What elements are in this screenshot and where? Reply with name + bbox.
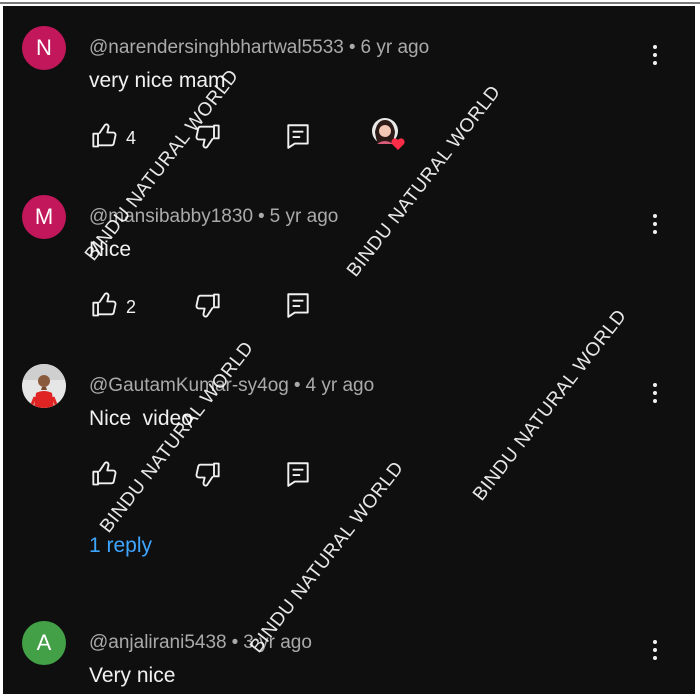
comment-text: Nice bbox=[89, 238, 132, 261]
comment-actions bbox=[89, 456, 489, 496]
watermark: BINDU NATURAL WORLD bbox=[343, 81, 506, 281]
reply-icon[interactable] bbox=[285, 291, 311, 319]
comment-age: 3 yr ago bbox=[243, 632, 312, 653]
avatar-letter: N bbox=[36, 35, 52, 60]
comment-actions: 4 bbox=[89, 118, 489, 158]
dislike-icon[interactable] bbox=[193, 122, 221, 150]
creator-heart-icon bbox=[372, 118, 405, 150]
comment-text: Very nice bbox=[89, 664, 176, 687]
avatar[interactable]: M bbox=[22, 195, 66, 239]
comment-handle[interactable]: @mansibabby1830 bbox=[89, 206, 253, 227]
dislike-icon[interactable] bbox=[193, 291, 221, 319]
watermark: BINDU NATURAL WORLD bbox=[96, 337, 259, 537]
watermark: BINDU NATURAL WORLD bbox=[81, 65, 244, 265]
comments-panel: N @narendersinghbhartwal5533 • 6 yr ago ve… bbox=[3, 6, 695, 694]
dislike-icon[interactable] bbox=[193, 460, 221, 488]
like-icon[interactable] bbox=[91, 460, 119, 488]
comment-handle[interactable]: @GautamKumar-sy4og bbox=[89, 375, 289, 396]
reply-icon[interactable] bbox=[285, 122, 311, 150]
comment-age: 4 yr ago bbox=[305, 375, 375, 396]
avatar[interactable]: A bbox=[22, 621, 66, 665]
comment-meta: @anjalirani5438 • 3 yr ago bbox=[89, 632, 312, 653]
comment-age: 5 yr ago bbox=[269, 206, 339, 227]
like-icon[interactable] bbox=[91, 122, 119, 150]
watermark: BINDU NATURAL WORLD bbox=[469, 305, 632, 505]
top-divider bbox=[0, 2, 700, 4]
avatar[interactable] bbox=[22, 364, 66, 408]
like-count: 2 bbox=[126, 297, 137, 317]
view-replies-link[interactable]: 1 reply bbox=[89, 534, 152, 558]
comment-actions: 2 bbox=[89, 287, 489, 327]
comment-meta: @narendersinghbhartwal5533 • 6 yr ago bbox=[89, 37, 430, 58]
more-options-icon[interactable] bbox=[643, 637, 667, 665]
comment-meta: @GautamKumar-sy4og • 4 yr ago bbox=[89, 375, 375, 396]
more-options-icon[interactable] bbox=[643, 211, 667, 239]
more-options-icon[interactable] bbox=[643, 42, 667, 70]
more-options-icon[interactable] bbox=[643, 380, 667, 408]
comment-age: 6 yr ago bbox=[360, 37, 430, 58]
reply-icon[interactable] bbox=[285, 460, 311, 488]
comment-text: very nice mam bbox=[89, 69, 226, 92]
avatar-letter: M bbox=[34, 204, 54, 229]
avatar-letter: A bbox=[36, 630, 52, 655]
avatar[interactable]: N bbox=[22, 26, 66, 70]
like-count: 4 bbox=[126, 128, 137, 148]
like-icon[interactable] bbox=[91, 291, 119, 319]
comment-text: Nice video bbox=[89, 407, 193, 430]
comment-meta: @mansibabby1830 • 5 yr ago bbox=[89, 206, 339, 227]
comment-handle[interactable]: @anjalirani5438 bbox=[89, 632, 227, 653]
comment-handle[interactable]: @narendersinghbhartwal5533 bbox=[89, 37, 344, 58]
